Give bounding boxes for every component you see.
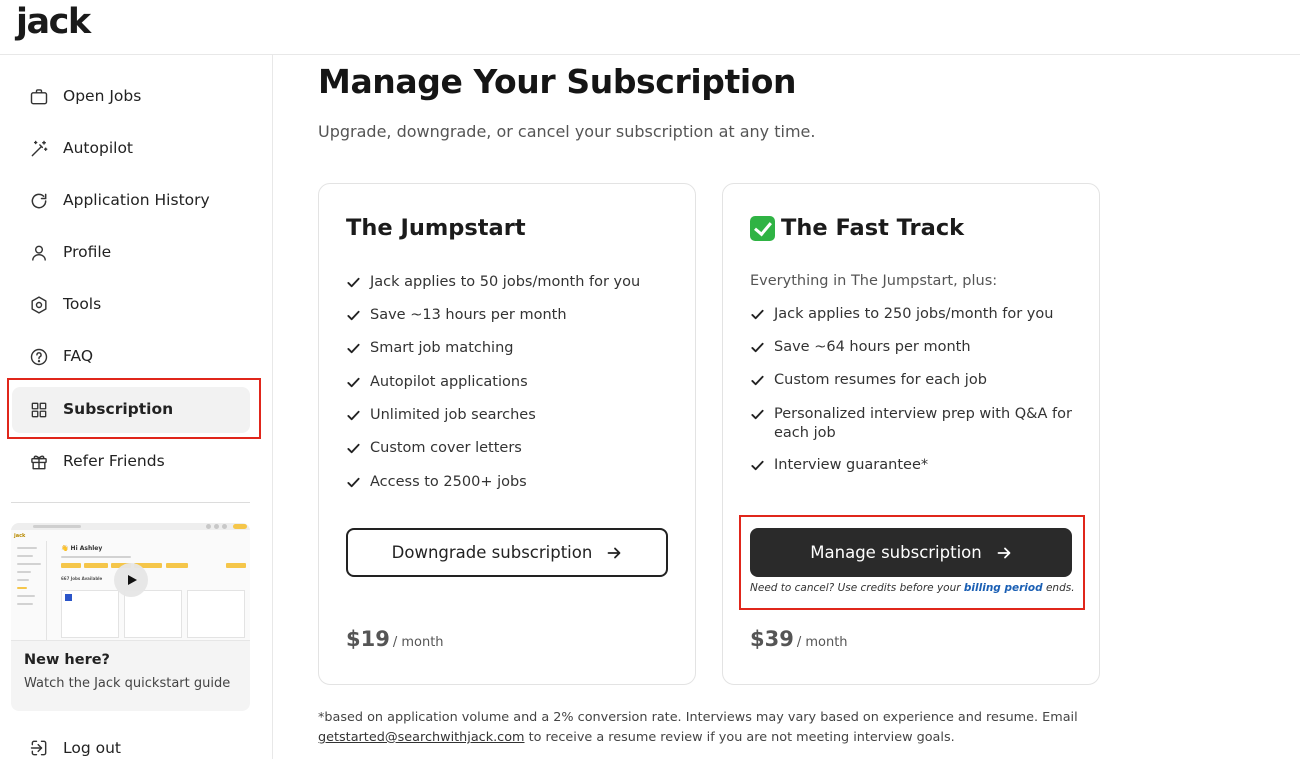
sidebar-item-autopilot[interactable]: Autopilot bbox=[12, 126, 250, 172]
check-icon bbox=[347, 410, 360, 421]
sidebar-divider bbox=[11, 502, 250, 503]
help-circle-icon bbox=[30, 348, 48, 366]
price-period: / month bbox=[392, 635, 444, 650]
feature-item: Access to 2500+ jobs bbox=[346, 473, 527, 492]
feature-item: Custom cover letters bbox=[346, 439, 522, 458]
sidebar-item-tools[interactable]: Tools bbox=[12, 282, 250, 328]
check-icon bbox=[347, 310, 360, 321]
check-icon bbox=[347, 277, 360, 288]
sidebar-item-refer-friends[interactable]: Refer Friends bbox=[12, 439, 250, 485]
logout-label: Log out bbox=[63, 739, 121, 757]
downgrade-subscription-button[interactable]: Downgrade subscription bbox=[346, 528, 668, 577]
check-icon bbox=[347, 343, 360, 354]
highlight-box-manage-subscription bbox=[739, 515, 1085, 610]
sidebar-item-open-jobs[interactable]: Open Jobs bbox=[12, 74, 250, 120]
thumbnail-browser-bar bbox=[11, 523, 250, 530]
check-mark-icon bbox=[750, 215, 775, 241]
plan-name: The Fast Track bbox=[750, 215, 964, 241]
gift-icon bbox=[31, 455, 47, 470]
play-icon bbox=[128, 575, 137, 585]
plan-name: The Jumpstart bbox=[346, 215, 526, 241]
refresh-icon bbox=[31, 193, 47, 209]
plan-intro: Everything in The Jumpstart, plus: bbox=[750, 273, 998, 289]
footnote: *based on application volume and a 2% co… bbox=[318, 710, 1078, 745]
sidebar-item-faq[interactable]: FAQ bbox=[12, 334, 250, 380]
feature-item: Save ~64 hours per month bbox=[750, 338, 971, 357]
plan-price: $19 / month bbox=[346, 627, 444, 651]
arrow-right-icon bbox=[607, 547, 621, 558]
sidebar-item-label: FAQ bbox=[63, 347, 94, 365]
video-thumbnail[interactable]: jack 👋 Hi Ashley 667 Jobs Available bbox=[11, 523, 250, 641]
logout-icon bbox=[30, 740, 47, 756]
feature-item: Personalized interview prep with Q&A for… bbox=[750, 405, 1080, 443]
thumbnail-greeting: 👋 Hi Ashley bbox=[61, 545, 103, 552]
check-icon bbox=[751, 460, 764, 471]
play-button[interactable] bbox=[114, 563, 148, 597]
top-bar: jack bbox=[0, 0, 1300, 55]
sidebar-item-label: Tools bbox=[63, 295, 102, 313]
hexagon-settings-icon bbox=[31, 296, 47, 314]
feature-item: Jack applies to 50 jobs/month for you bbox=[346, 273, 640, 292]
check-icon bbox=[751, 409, 764, 420]
feature-item: Interview guarantee* bbox=[750, 456, 928, 475]
sidebar-item-profile[interactable]: Profile bbox=[12, 230, 250, 276]
price-amount: $39 bbox=[750, 627, 794, 651]
sidebar-item-label: Application History bbox=[63, 191, 210, 209]
feature-item: Smart job matching bbox=[346, 339, 513, 358]
feature-item: Autopilot applications bbox=[346, 373, 528, 392]
check-icon bbox=[347, 477, 360, 488]
quickstart-guide-card[interactable]: jack 👋 Hi Ashley 667 Jobs Available New … bbox=[11, 523, 250, 711]
user-icon bbox=[32, 245, 46, 261]
briefcase-icon bbox=[30, 89, 48, 105]
sidebar-item-application-history[interactable]: Application History bbox=[12, 178, 250, 224]
jack-logo[interactable]: jack bbox=[16, 2, 91, 42]
sidebar: Open Jobs Autopilot Application History … bbox=[0, 55, 273, 759]
check-icon bbox=[751, 375, 764, 386]
check-icon bbox=[347, 377, 360, 388]
plan-price: $39 / month bbox=[750, 627, 848, 651]
feature-item: Jack applies to 250 jobs/month for you bbox=[750, 305, 1053, 324]
feature-item: Unlimited job searches bbox=[346, 406, 536, 425]
logout-button[interactable]: Log out bbox=[12, 731, 250, 759]
feature-item: Save ~13 hours per month bbox=[346, 306, 567, 325]
thumbnail-jobs-count: 667 Jobs Available bbox=[61, 576, 103, 581]
thumbnail-logo: jack bbox=[14, 533, 26, 539]
magic-wand-icon bbox=[31, 140, 48, 157]
plan-card-jumpstart: The Jumpstart Jack applies to 50 jobs/mo… bbox=[318, 183, 696, 685]
guide-subtitle: Watch the Jack quickstart guide bbox=[24, 676, 231, 691]
highlight-box-subscription bbox=[7, 378, 261, 439]
support-email-link[interactable]: getstarted@searchwithjack.com bbox=[318, 730, 525, 745]
guide-title: New here? bbox=[24, 652, 110, 668]
feature-item: Custom resumes for each job bbox=[750, 371, 987, 390]
sidebar-item-label: Autopilot bbox=[63, 139, 133, 157]
sidebar-item-label: Open Jobs bbox=[63, 87, 142, 105]
sidebar-item-label: Profile bbox=[63, 243, 112, 261]
page-title: Manage Your Subscription bbox=[318, 62, 797, 101]
check-icon bbox=[751, 342, 764, 353]
price-amount: $19 bbox=[346, 627, 390, 651]
thumbnail-sidebar bbox=[11, 541, 47, 640]
sidebar-item-label: Refer Friends bbox=[63, 452, 165, 470]
button-label: Downgrade subscription bbox=[391, 543, 593, 562]
check-icon bbox=[751, 309, 764, 320]
page-subtitle: Upgrade, downgrade, or cancel your subsc… bbox=[318, 122, 816, 141]
price-period: / month bbox=[796, 635, 848, 650]
check-icon bbox=[347, 443, 360, 454]
